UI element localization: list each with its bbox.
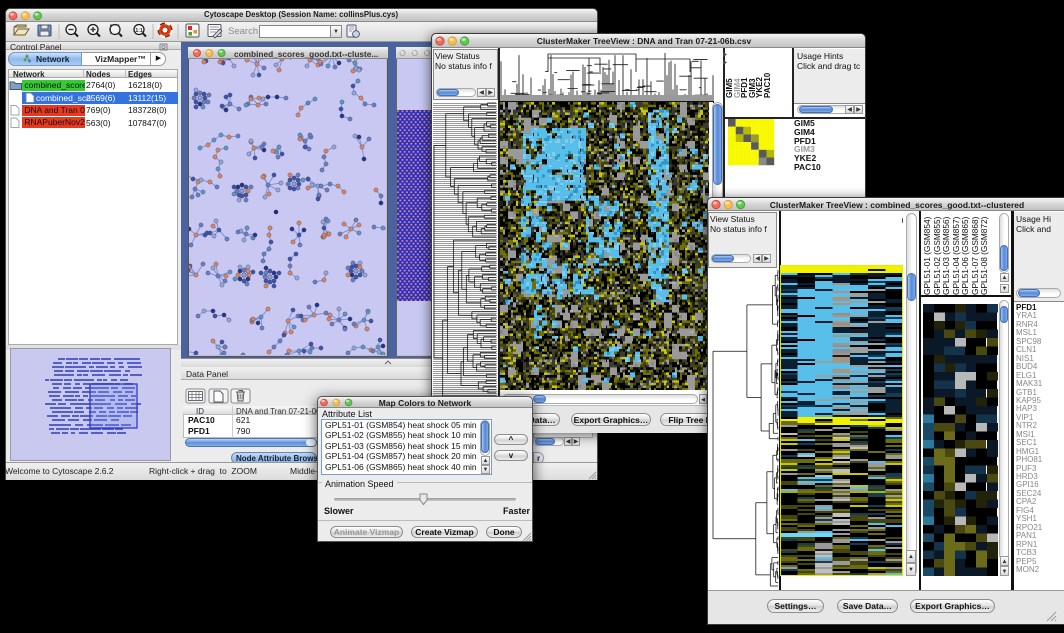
svg-text:1:1: 1:1 [135,28,142,34]
